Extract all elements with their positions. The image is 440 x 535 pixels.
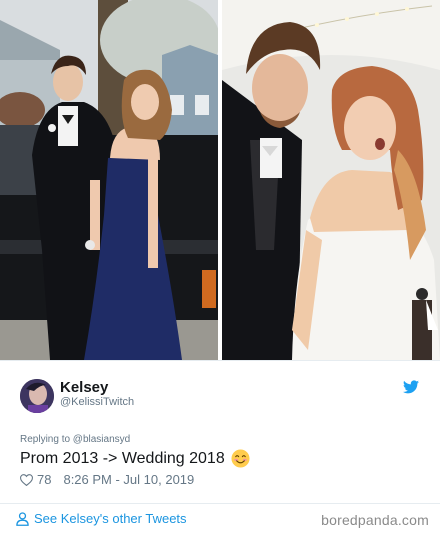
heart-icon[interactable] bbox=[20, 473, 33, 486]
footer-divider bbox=[0, 503, 440, 504]
author-handle[interactable]: @KelissiTwitch bbox=[60, 396, 134, 408]
twitter-bird-icon[interactable] bbox=[403, 380, 419, 394]
tweet-text: Prom 2013 -> Wedding 2018 bbox=[20, 449, 250, 468]
tweet-body: Prom 2013 -> Wedding 2018 bbox=[20, 449, 225, 467]
photo-collage bbox=[0, 0, 440, 360]
tweet-timestamp[interactable]: 8:26 PM - Jul 10, 2019 bbox=[63, 472, 194, 487]
author-name[interactable]: Kelsey bbox=[60, 379, 108, 396]
avatar[interactable] bbox=[20, 379, 54, 413]
like-count[interactable]: 78 bbox=[37, 472, 51, 487]
reply-to-line[interactable]: Replying to @blasiansyd bbox=[20, 434, 130, 445]
prom-photo bbox=[0, 0, 218, 360]
watermark: boredpanda.com bbox=[321, 512, 429, 528]
smiling-face-emoji bbox=[231, 449, 250, 468]
person-icon bbox=[16, 511, 29, 526]
see-other-tweets-label[interactable]: See Kelsey's other Tweets bbox=[34, 511, 187, 526]
tweet-card: Kelsey @KelissiTwitch Replying to @blasi… bbox=[0, 360, 440, 535]
see-other-tweets-link[interactable]: See Kelsey's other Tweets bbox=[16, 511, 187, 526]
divider bbox=[0, 360, 440, 361]
wedding-photo bbox=[222, 0, 440, 360]
tweet-meta: 78 8:26 PM - Jul 10, 2019 bbox=[20, 472, 194, 487]
